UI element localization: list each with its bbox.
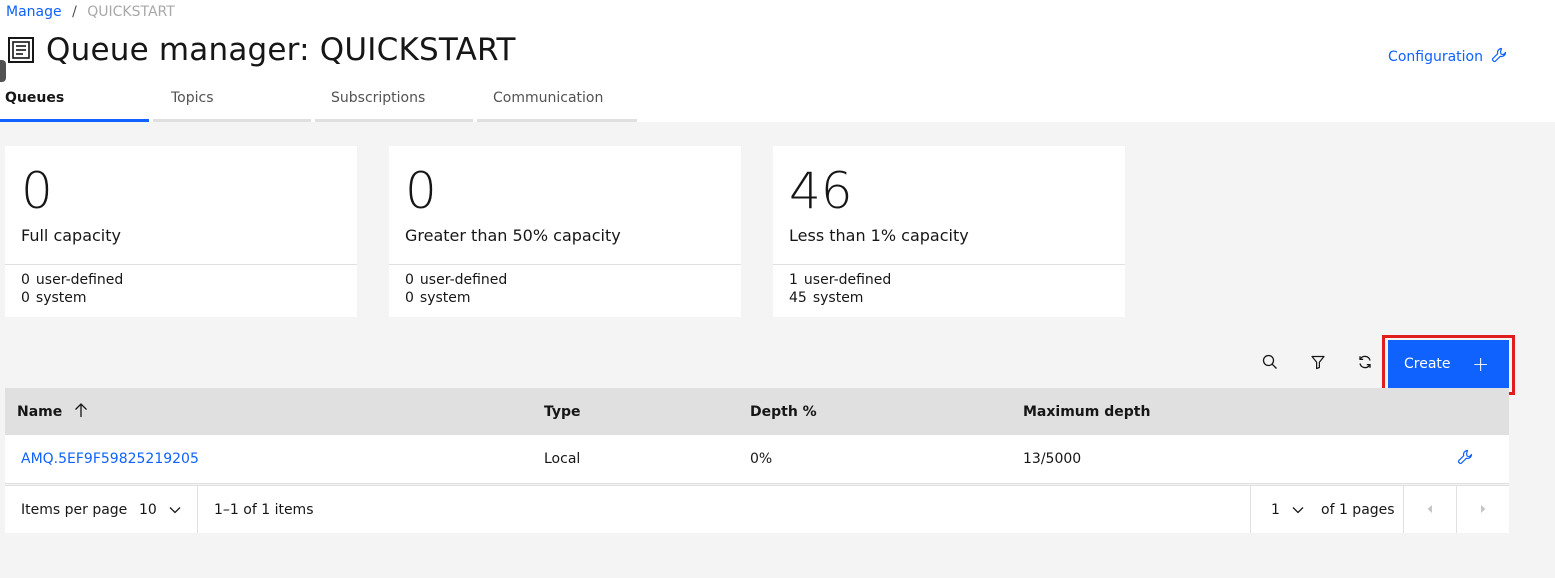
tab-queues[interactable]: Queues — [0, 80, 149, 122]
sort-ascending-icon[interactable] — [74, 402, 88, 422]
create-button[interactable]: Create + — [1388, 340, 1509, 388]
card-value: 0 — [21, 162, 53, 220]
page-title: Queue manager: QUICKSTART — [46, 32, 516, 68]
chevron-down-icon — [169, 502, 181, 518]
column-header-max-depth[interactable]: Maximum depth — [1023, 388, 1150, 435]
card-value: 0 — [405, 162, 437, 220]
card-value: 46 — [789, 162, 853, 220]
card-caption: Less than 1% capacity — [789, 226, 969, 245]
next-page-button[interactable] — [1457, 486, 1509, 533]
items-per-page-label: Items per page — [21, 501, 128, 518]
column-header-type[interactable]: Type — [544, 388, 581, 435]
column-header-name-label: Name — [17, 403, 63, 420]
configuration-label: Configuration — [1388, 49, 1483, 65]
card-system: 0 system — [21, 290, 87, 306]
tab-bar: Queues Topics Subscriptions Communicatio… — [0, 80, 641, 122]
items-per-page-select[interactable]: 10 — [139, 486, 181, 533]
page-select[interactable]: 1 — [1271, 486, 1304, 533]
filter-button[interactable] — [1298, 344, 1338, 384]
tab-subscriptions[interactable]: Subscriptions — [315, 80, 473, 122]
search-button[interactable] — [1250, 344, 1290, 384]
items-per-page-value: 10 — [139, 501, 157, 518]
breadcrumb-separator: / — [72, 4, 77, 20]
refresh-button[interactable] — [1345, 344, 1385, 384]
row-configure-button[interactable] — [1457, 435, 1473, 483]
tab-communication-label: Communication — [493, 90, 604, 106]
breadcrumb-manage-link[interactable]: Manage — [6, 4, 62, 20]
queue-type: Local — [544, 451, 581, 467]
queue-depth: 0% — [750, 451, 773, 467]
caret-left-icon — [1426, 502, 1434, 518]
card-user-defined: 1 user-defined — [789, 272, 892, 288]
search-icon — [1262, 354, 1278, 374]
card-caption: Greater than 50% capacity — [405, 226, 621, 245]
refresh-icon — [1357, 354, 1373, 374]
card-divider — [773, 264, 1125, 265]
tab-topics-label: Topics — [171, 90, 214, 106]
plus-icon: + — [1472, 352, 1489, 376]
queue-max-depth: 13/5000 — [1023, 451, 1082, 467]
page-select-value: 1 — [1271, 501, 1280, 518]
capacity-card-under-1: 46 Less than 1% capacity 1 user-defined 4… — [773, 146, 1125, 317]
queue-manager-icon — [6, 35, 36, 65]
capacity-card-full: 0 Full capacity 0 user-defined 0 system — [5, 146, 357, 317]
page-header: Manage / QUICKSTART Queue manager: QUICK… — [0, 0, 1555, 122]
create-button-label: Create — [1404, 356, 1451, 372]
card-system: 0 system — [405, 290, 471, 306]
page-total: of 1 pages — [1321, 501, 1395, 518]
previous-page-button[interactable] — [1404, 486, 1456, 533]
card-user-defined: 0 user-defined — [405, 272, 508, 288]
table-row: AMQ.5EF9F59825219205 Local 0% 13/5000 — [5, 435, 1509, 484]
configuration-link[interactable]: Configuration — [1388, 47, 1507, 67]
column-header-name[interactable]: Name — [17, 388, 88, 435]
page-title-row: Queue manager: QUICKSTART — [6, 32, 516, 68]
items-range: 1–1 of 1 items — [214, 501, 314, 518]
column-header-depth[interactable]: Depth % — [750, 388, 817, 435]
pagination-bar: Items per page 10 1–1 of 1 items 1 of 1 … — [5, 485, 1509, 533]
card-caption: Full capacity — [21, 226, 121, 245]
tab-queues-label: Queues — [5, 90, 65, 106]
card-system: 45 system — [789, 290, 864, 306]
queue-name-link[interactable]: AMQ.5EF9F59825219205 — [21, 451, 199, 467]
wrench-icon — [1457, 449, 1473, 469]
queues-table: Name Type Depth % Maximum depth AMQ.5EF9… — [5, 388, 1509, 484]
card-divider — [389, 264, 741, 265]
chevron-down-icon — [1292, 502, 1304, 518]
caret-right-icon — [1479, 502, 1487, 518]
capacity-card-over-50: 0 Greater than 50% capacity 0 user-define… — [389, 146, 741, 317]
filter-icon — [1310, 354, 1326, 374]
tab-communication[interactable]: Communication — [477, 80, 637, 122]
wrench-icon — [1483, 47, 1507, 67]
card-divider — [5, 264, 357, 265]
card-user-defined: 0 user-defined — [21, 272, 124, 288]
tab-subscriptions-label: Subscriptions — [331, 90, 426, 106]
tab-topics[interactable]: Topics — [153, 80, 311, 122]
breadcrumb: Manage / QUICKSTART — [6, 4, 175, 20]
breadcrumb-current: QUICKSTART — [87, 4, 175, 20]
table-header: Name Type Depth % Maximum depth — [5, 388, 1509, 435]
